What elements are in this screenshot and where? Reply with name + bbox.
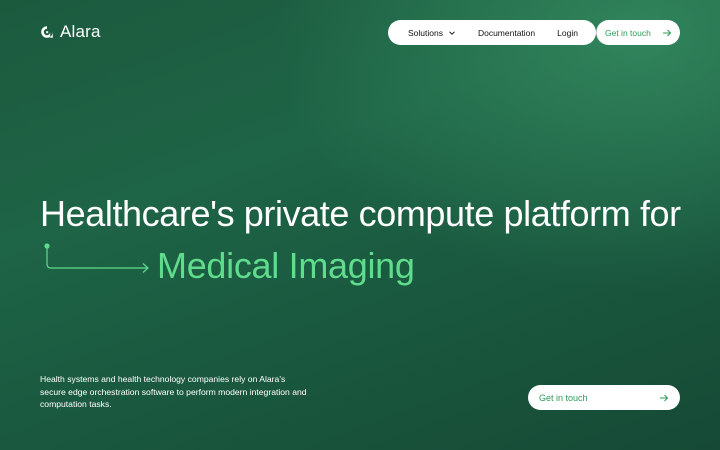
header-get-in-touch-button[interactable]: Get in touch xyxy=(596,20,680,45)
button-label: Get in touch xyxy=(605,27,651,38)
hero-get-in-touch-button[interactable]: Get in touch xyxy=(528,385,680,410)
nav-item-label: Solutions xyxy=(408,27,443,38)
nav-item-label: Login xyxy=(557,27,578,38)
brand-logo[interactable]: Alara xyxy=(40,22,101,42)
arrow-right-icon xyxy=(663,29,672,36)
connector-arrow-icon xyxy=(44,243,149,273)
nav-item-documentation[interactable]: Documentation xyxy=(478,28,535,38)
nav-item-solutions[interactable]: Solutions xyxy=(408,28,456,38)
arrow-right-icon xyxy=(660,394,669,401)
nav-item-label: Documentation xyxy=(477,27,536,38)
nav-item-login[interactable]: Login xyxy=(557,28,578,38)
hero-highlight: Medical Imaging xyxy=(157,245,415,286)
chevron-down-icon xyxy=(449,30,455,35)
hero-headline: Healthcare's private compute platform fo… xyxy=(40,193,681,234)
alara-logo-icon xyxy=(40,25,54,39)
brand-name: Alara xyxy=(60,22,101,41)
main-nav: Solutions Documentation Login xyxy=(388,20,596,45)
button-label: Get in touch xyxy=(539,392,588,403)
hero-description: Health systems and health technology com… xyxy=(40,374,307,409)
